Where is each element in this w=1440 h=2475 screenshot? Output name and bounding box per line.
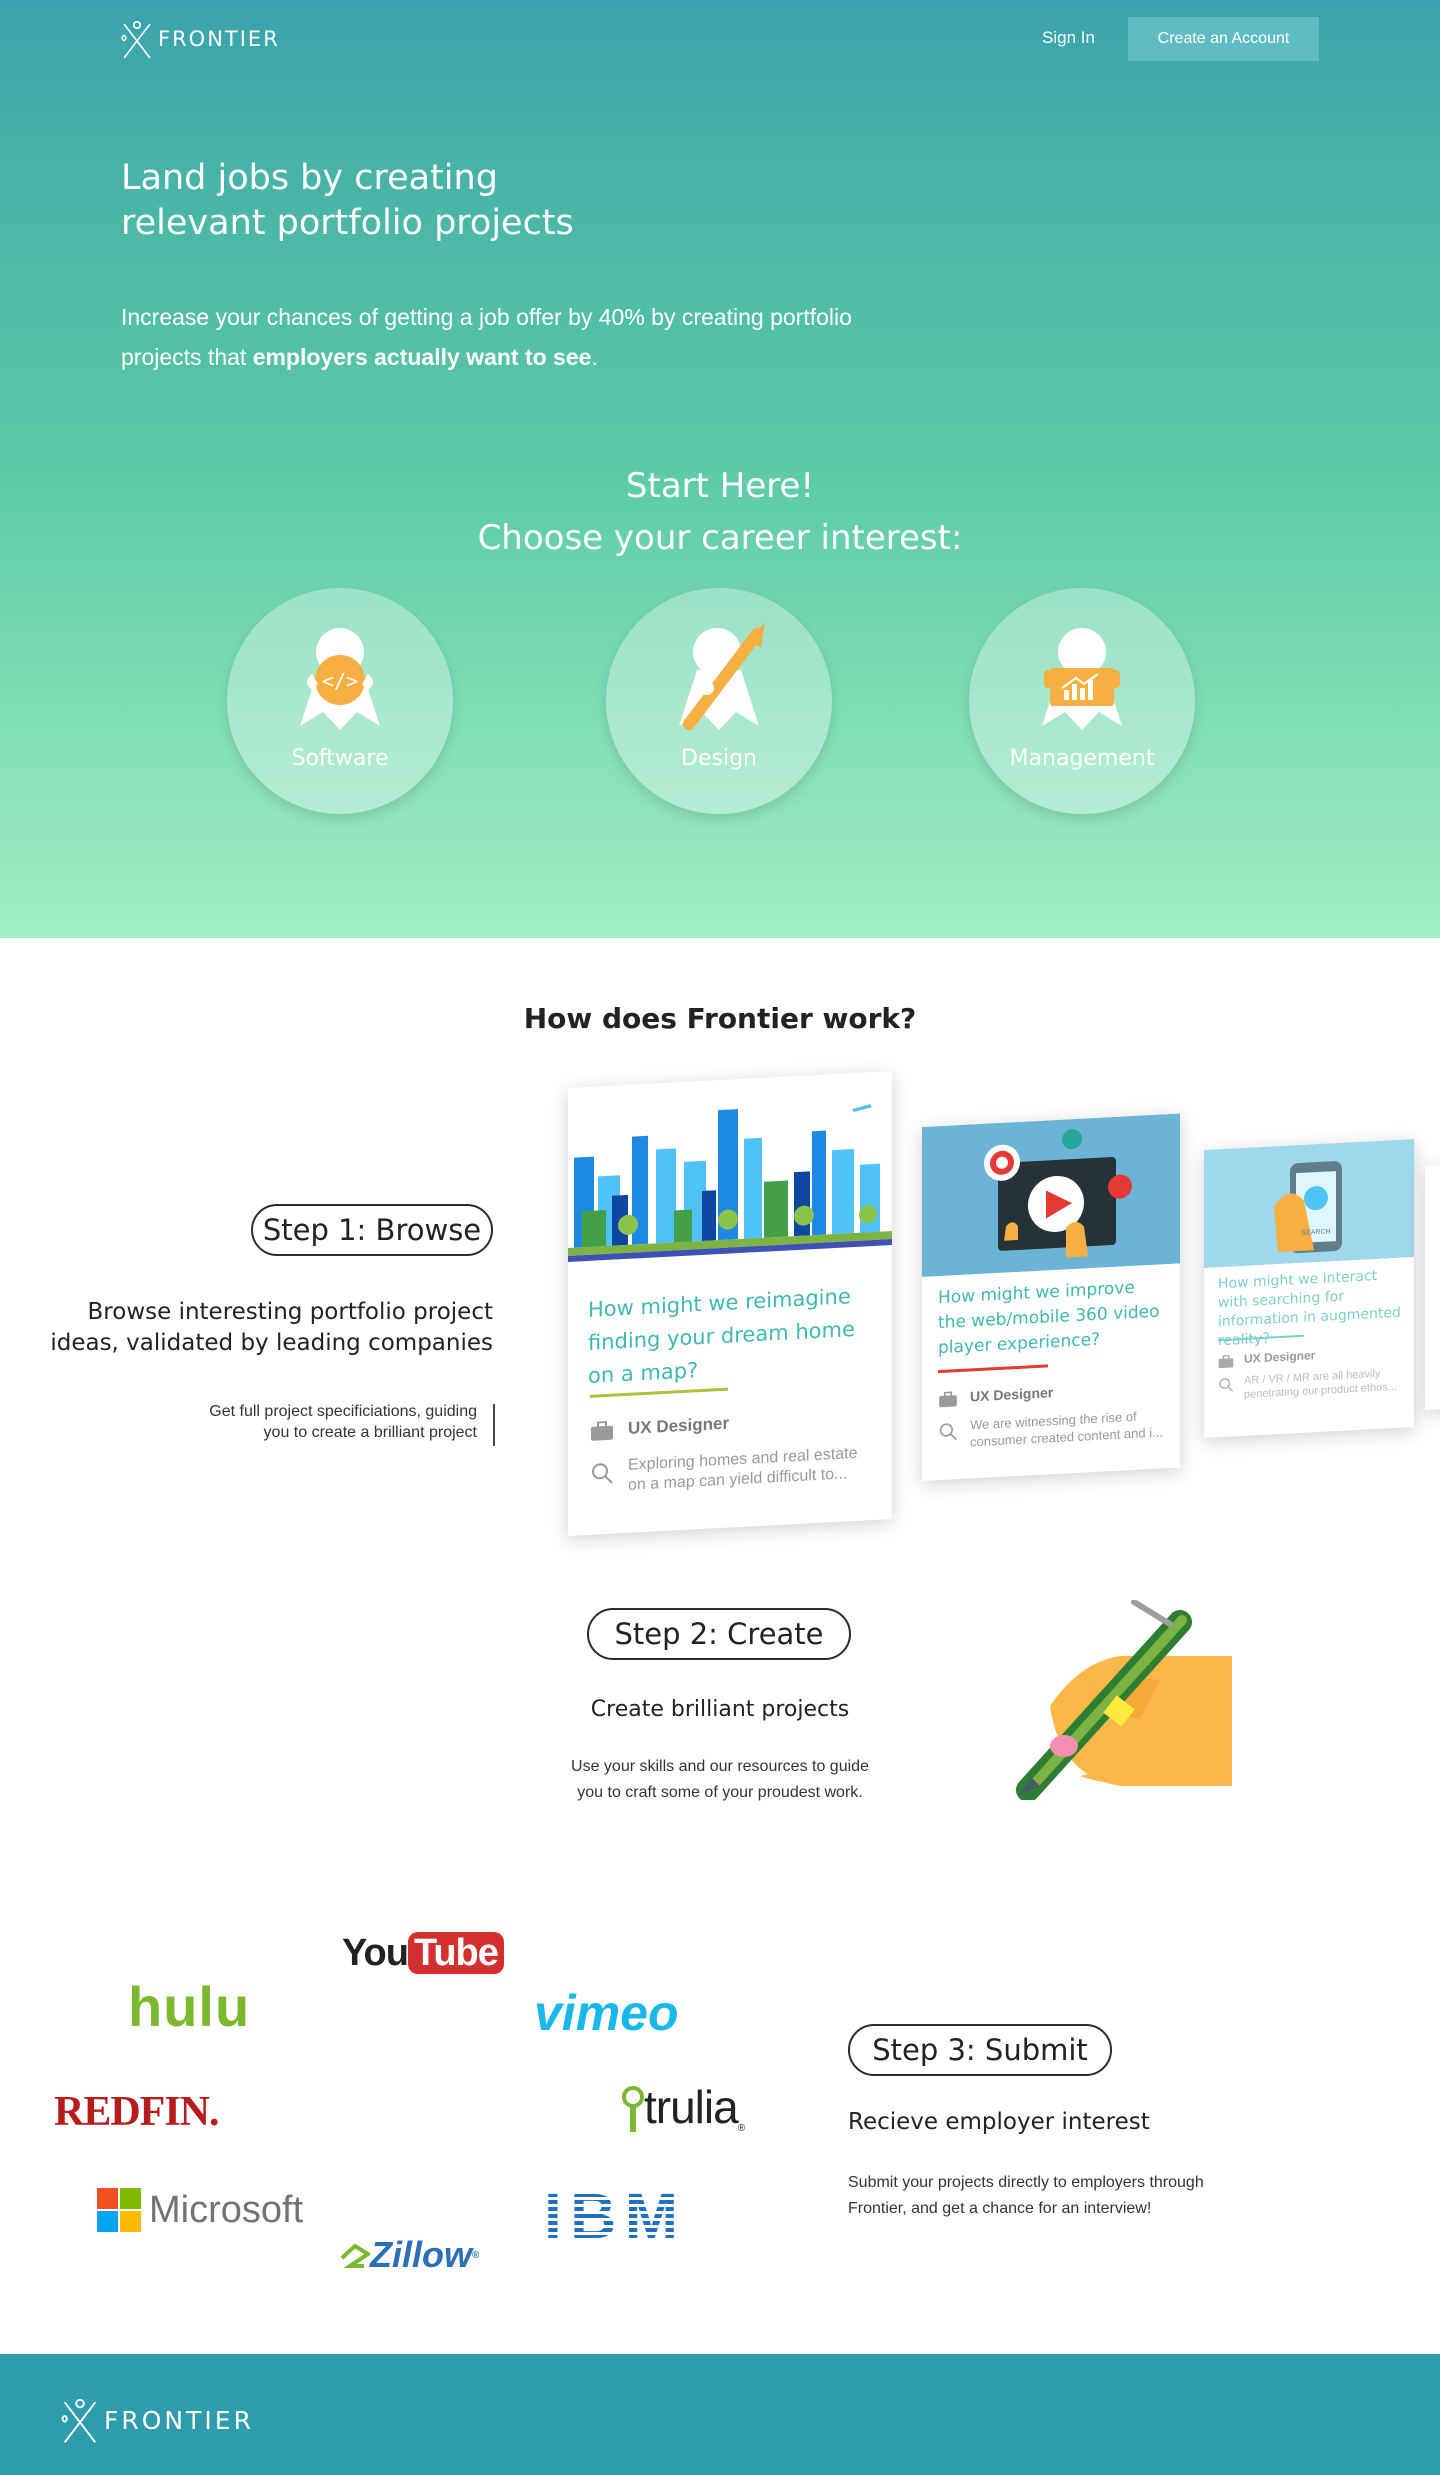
choose-interest-text: Choose your career interest: [477, 518, 963, 558]
redfin-dot: . [209, 2089, 219, 2135]
briefcase-icon [1218, 1355, 1234, 1369]
step1-desc-line1: Get full project specificiations, guidin… [209, 1403, 477, 1420]
hero-subtitle: Increase your chances of getting a job o… [121, 297, 861, 377]
ibm-text: IBM [544, 2186, 678, 2242]
chart-icon [1042, 628, 1122, 730]
trulia-pin-icon [622, 2086, 644, 2132]
step1-heading-line2: ideas, validated by leading companies [50, 1330, 493, 1356]
interest-design[interactable]: Design [606, 588, 832, 814]
vimeo-logo: vimeo [534, 1985, 679, 2041]
step3-desc-line2: Frontier, and get a chance for an interv… [848, 2200, 1152, 2217]
card-role: UX Designer [1244, 1348, 1316, 1366]
footer: FRONTIER [0, 2354, 1440, 2475]
step3-desc-line1: Submit your projects directly to employe… [848, 2174, 1204, 2191]
create-account-button[interactable]: Create an Account [1128, 17, 1319, 61]
hero-title: Land jobs by creating relevant portfolio… [121, 156, 821, 246]
step3-pill: Step 3: Submit [848, 2024, 1112, 2076]
frontier-mark-icon [61, 2398, 97, 2443]
start-here-heading: Start Here! Choose your career interest: [0, 460, 1440, 564]
card-underline [938, 1364, 1048, 1374]
video-player-illustration-icon [922, 1113, 1180, 1277]
start-here-text: Start Here! [625, 466, 815, 506]
step2-heading: Create brilliant projects [590, 1697, 850, 1722]
footer-brand-logo[interactable]: FRONTIER [60, 2394, 254, 2446]
interest-label: Software [291, 746, 389, 771]
project-card-video[interactable]: How might we improve the web/mobile 360 … [922, 1113, 1180, 1481]
zillow-house-icon [340, 2243, 370, 2268]
brand-name: FRONTIER [158, 27, 280, 51]
hero-subtitle-bold: employers actually want to see [252, 344, 592, 370]
zillow-text: Zillow [370, 2234, 472, 2275]
how-title: How does Frontier work? [523, 1002, 917, 1035]
youtube-logo: You Tube [342, 1932, 504, 1975]
microsoft-windows-icon [97, 2188, 141, 2232]
footer-brand-name: FRONTIER [104, 2405, 254, 2435]
youtube-you-text: You [342, 1932, 409, 1974]
briefcase-icon [591, 1420, 613, 1441]
svg-text:</>: </> [322, 669, 358, 693]
step2-desc-line2: you to craft some of your proudest work. [577, 1784, 863, 1801]
zillow-mark: ® [472, 2249, 480, 2261]
step2-pill: Step 2: Create [587, 1608, 851, 1660]
project-card-ar[interactable]: SEARCH How might we interact with search… [1204, 1138, 1414, 1438]
project-card-partial[interactable] [1425, 1164, 1440, 1410]
redfin-text: REDFIN [54, 2089, 210, 2135]
card-summary: Exploring homes and real estate on a map… [628, 1444, 858, 1494]
trulia-logo: trulia ® [622, 2080, 745, 2134]
paintbrush-icon [679, 622, 765, 730]
card-role: UX Designer [628, 1413, 730, 1438]
card-summary: We are witnessing the rise of consumer c… [970, 1408, 1163, 1450]
trulia-mark: ® [737, 2123, 746, 2134]
ar-search-illustration-icon: SEARCH [1204, 1138, 1414, 1268]
hero-subtitle-end: . [591, 344, 598, 370]
ibm-stripes-icon: IBM [544, 2180, 678, 2252]
hero-title-line1: Land jobs by creating [121, 158, 498, 198]
card-title: How might we improve the web/mobile 360 … [938, 1277, 1160, 1359]
card-role: UX Designer [970, 1384, 1054, 1405]
frontier-mark-icon [121, 20, 151, 59]
step3-heading: Recieve employer interest [848, 2109, 1150, 2135]
step2-description: Use your skills and our resources to gui… [520, 1754, 920, 1806]
brand-logo[interactable]: FRONTIER [120, 18, 280, 60]
step1-desc-line2: you to create a brilliant project [263, 1424, 477, 1441]
search-icon [939, 1423, 957, 1441]
code-icon: </> [300, 628, 380, 730]
microsoft-text: Microsoft [149, 2188, 304, 2231]
interest-label: Management [1009, 746, 1155, 771]
redfin-logo: REDFIN. [54, 2088, 219, 2136]
youtube-tube-text: Tube [407, 1932, 504, 1974]
city-illustration-icon [568, 1071, 892, 1272]
step3-description: Submit your projects directly to employe… [848, 2170, 1308, 2222]
hulu-logo: hulu [128, 1975, 251, 2038]
zillow-logo: Zillow ® [340, 2234, 479, 2276]
pen-hand-icon [1016, 1600, 1232, 1800]
ibm-logo: IBM [544, 2180, 680, 2252]
project-card-map[interactable]: How might we reimagine finding your drea… [568, 1071, 892, 1536]
card-summary: AR / VR / MR are all heavily penetrating… [1244, 1367, 1397, 1401]
hero-section: FRONTIER Sign In Create an Account Land … [0, 0, 1440, 938]
interest-software[interactable]: </> Software [227, 588, 453, 814]
search-icon [592, 1463, 613, 1484]
step1-heading: Browse interesting portfolio project ide… [40, 1297, 493, 1359]
sign-in-link[interactable]: Sign In [1042, 28, 1095, 48]
card-title: How might we reimagine finding your drea… [588, 1284, 855, 1388]
trulia-text: trulia [644, 2081, 739, 2133]
interest-management[interactable]: Management [969, 588, 1195, 814]
step1-heading-line1: Browse interesting portfolio project [87, 1299, 493, 1325]
step1-divider [493, 1404, 495, 1446]
step1-description: Get full project specificiations, guidin… [140, 1401, 477, 1443]
hero-title-line2: relevant portfolio projects [121, 203, 574, 243]
microsoft-logo: Microsoft [97, 2188, 303, 2232]
briefcase-icon [939, 1391, 957, 1408]
interest-label: Design [681, 746, 757, 771]
step1-pill: Step 1: Browse [251, 1204, 493, 1256]
step2-desc-line1: Use your skills and our resources to gui… [571, 1758, 869, 1775]
search-icon [1219, 1378, 1234, 1392]
